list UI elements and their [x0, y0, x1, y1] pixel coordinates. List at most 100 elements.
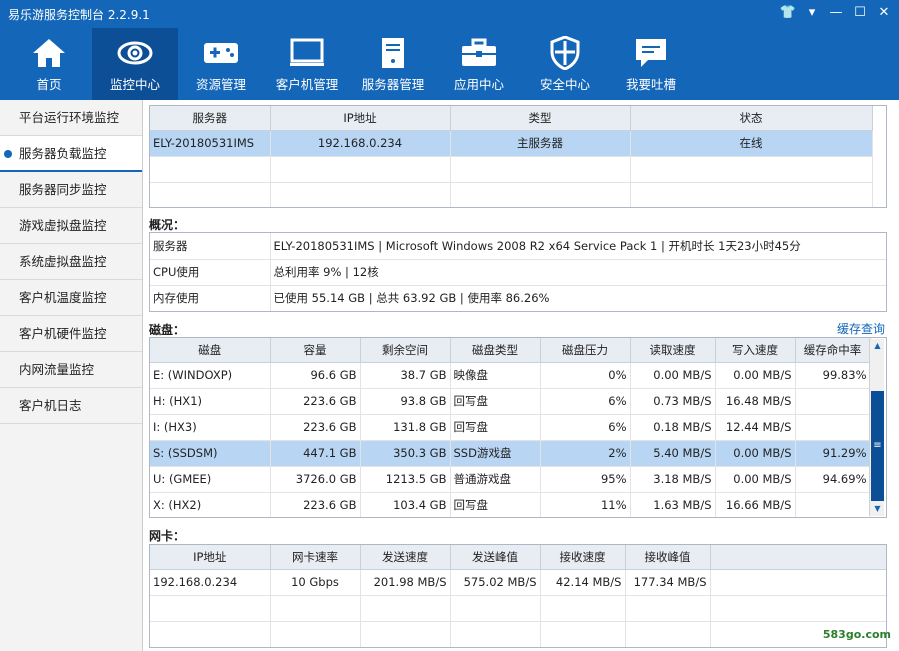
scroll-up-icon[interactable]: ▲: [870, 339, 885, 353]
sidebar-item-label: 游戏虚拟盘监控: [19, 218, 107, 233]
column-header[interactable]: 发送峰值: [450, 545, 541, 570]
sidebar-item-server-sync[interactable]: 服务器同步监控: [0, 172, 142, 208]
column-header[interactable]: 接收峰值: [625, 545, 711, 570]
disk-name-cell: S: (SSDSM): [150, 440, 271, 467]
overview-value: 已使用 55.14 GB | 总共 63.92 GB | 使用率 86.26%: [270, 285, 886, 311]
overview-key: CPU使用: [150, 259, 271, 286]
server-name-cell: ELY-20180531IMS: [150, 130, 271, 157]
column-header[interactable]: 缓存命中率: [795, 338, 871, 363]
close-button[interactable]: ✕: [875, 4, 893, 22]
skin-icon[interactable]: 👕: [779, 4, 797, 22]
disk-write-cell: 0.00 MB/S: [715, 466, 796, 493]
disk-read-cell: 3.18 MB/S: [630, 466, 716, 493]
overview-row-server: 服务器 ELY-20180531IMS | Microsoft Windows …: [150, 233, 886, 260]
sidebar-item-lan-traffic[interactable]: 内网流量监控: [0, 352, 142, 388]
table-row[interactable]: 192.168.0.234 10 Gbps 201.98 MB/S 575.02…: [150, 569, 886, 596]
maximize-button[interactable]: ☐: [851, 4, 869, 22]
overview-key: 内存使用: [150, 285, 271, 311]
nav-app-center[interactable]: 应用中心: [436, 28, 522, 100]
sidebar-item-client-log[interactable]: 客户机日志: [0, 388, 142, 424]
nic-tx-peak-cell: 575.02 MB/S: [450, 569, 541, 596]
minimize-button[interactable]: —: [827, 4, 845, 22]
disk-name-cell: X: (HX2): [150, 492, 271, 517]
table-row[interactable]: U: (GMEE) 3726.0 GB 1213.5 GB 普通游戏盘 95% …: [150, 466, 871, 493]
overview-row-cpu: CPU使用 总利用率 9% | 12核: [150, 259, 886, 286]
sidebar-item-label: 服务器同步监控: [19, 182, 107, 197]
main-content: 服务器 IP地址 类型 状态 ELY-20180531IMS 192.168.0…: [143, 100, 899, 651]
table-row-empty: [150, 182, 873, 207]
nic-rate-cell: 10 Gbps: [270, 569, 361, 596]
nav-label: 安全中心: [539, 77, 590, 92]
sidebar-item-game-vdisk[interactable]: 游戏虚拟盘监控: [0, 208, 142, 244]
column-header[interactable]: 读取速度: [630, 338, 716, 363]
column-header[interactable]: IP地址: [150, 545, 271, 570]
disk-capacity-cell: 223.6 GB: [270, 414, 361, 441]
disk-free-cell: 93.8 GB: [360, 388, 451, 415]
sidebar-item-client-hardware[interactable]: 客户机硬件监控: [0, 316, 142, 352]
nav-security-center[interactable]: 安全中心: [522, 28, 608, 100]
column-header[interactable]: 磁盘: [150, 338, 271, 363]
column-header-filler: [710, 545, 886, 570]
nic-section-title: 网卡：: [149, 529, 186, 543]
watermark: 583go.com: [822, 628, 891, 641]
table-row[interactable]: I: (HX3) 223.6 GB 131.8 GB 回写盘 6% 0.18 M…: [150, 414, 871, 441]
column-header[interactable]: 接收速度: [540, 545, 626, 570]
nav-home[interactable]: 首页: [6, 28, 92, 100]
sidebar-item-system-vdisk[interactable]: 系统虚拟盘监控: [0, 244, 142, 280]
disk-table-scrollbar[interactable]: ▲ ≡ ▼: [869, 339, 884, 516]
sidebar-item-label: 系统虚拟盘监控: [19, 254, 107, 269]
table-row[interactable]: H: (HX1) 223.6 GB 93.8 GB 回写盘 6% 0.73 MB…: [150, 388, 871, 415]
menu-dropdown-icon[interactable]: ▾: [803, 4, 821, 22]
table-row[interactable]: ELY-20180531IMS 192.168.0.234 主服务器 在线: [150, 130, 873, 157]
disk-read-cell: 0.18 MB/S: [630, 414, 716, 441]
disk-free-cell: 350.3 GB: [360, 440, 451, 467]
table-row[interactable]: X: (HX2) 223.6 GB 103.4 GB 回写盘 11% 1.63 …: [150, 492, 871, 517]
table-row[interactable]: E: (WINDOXP) 96.6 GB 38.7 GB 映像盘 0% 0.00…: [150, 362, 871, 389]
sidebar-item-server-load[interactable]: 服务器负载监控: [0, 136, 142, 172]
column-header[interactable]: 状态: [630, 106, 873, 131]
column-header[interactable]: 网卡速率: [270, 545, 361, 570]
nav-resource-management[interactable]: 资源管理: [178, 28, 264, 100]
disk-type-cell: 映像盘: [450, 362, 541, 389]
column-header[interactable]: 剩余空间: [360, 338, 451, 363]
disk-hit-cell: [795, 388, 871, 415]
chat-icon: [633, 36, 669, 70]
server-status-cell: 在线: [630, 130, 873, 157]
disk-load-cell: 6%: [540, 414, 631, 441]
cache-query-link[interactable]: 缓存查询: [837, 320, 885, 337]
column-header[interactable]: 类型: [450, 106, 631, 131]
column-header[interactable]: 磁盘类型: [450, 338, 541, 363]
nav-server-management[interactable]: 服务器管理: [350, 28, 436, 100]
nav-monitor-center[interactable]: 监控中心: [92, 28, 178, 100]
nav-feedback[interactable]: 我要吐槽: [608, 28, 694, 100]
column-header[interactable]: 磁盘压力: [540, 338, 631, 363]
table-row[interactable]: S: (SSDSM) 447.1 GB 350.3 GB SSD游戏盘 2% 5…: [150, 440, 871, 467]
disk-capacity-cell: 223.6 GB: [270, 388, 361, 415]
gamepad-icon: [203, 36, 239, 70]
disk-load-cell: 95%: [540, 466, 631, 493]
sidebar-item-label: 客户机硬件监控: [19, 326, 107, 341]
server-type-cell: 主服务器: [450, 130, 631, 157]
disk-hit-cell: 94.69%: [795, 466, 871, 493]
disk-hit-cell: 99.83%: [795, 362, 871, 389]
scroll-thumb[interactable]: ≡: [871, 391, 884, 501]
disk-type-cell: 回写盘: [450, 388, 541, 415]
disk-name-cell: U: (GMEE): [150, 466, 271, 493]
overview-panel: 服务器 ELY-20180531IMS | Microsoft Windows …: [149, 232, 887, 312]
nav-client-management[interactable]: 客户机管理: [264, 28, 350, 100]
column-header[interactable]: IP地址: [270, 106, 451, 131]
column-header[interactable]: 写入速度: [715, 338, 796, 363]
disk-load-cell: 0%: [540, 362, 631, 389]
table-row-empty: [150, 621, 886, 647]
sidebar-item-platform-env[interactable]: 平台运行环境监控: [0, 100, 142, 136]
column-header[interactable]: 容量: [270, 338, 361, 363]
sidebar-item-client-temp[interactable]: 客户机温度监控: [0, 280, 142, 316]
nic-rx-cell: 42.14 MB/S: [540, 569, 626, 596]
server-icon: [375, 36, 411, 70]
column-header[interactable]: 服务器: [150, 106, 271, 131]
scroll-down-icon[interactable]: ▼: [870, 502, 885, 516]
title-bar: 易乐游服务控制台 2.2.9.1 👕 ▾ — ☐ ✕: [0, 0, 899, 28]
disk-read-cell: 5.40 MB/S: [630, 440, 716, 467]
disk-capacity-cell: 96.6 GB: [270, 362, 361, 389]
column-header[interactable]: 发送速度: [360, 545, 451, 570]
